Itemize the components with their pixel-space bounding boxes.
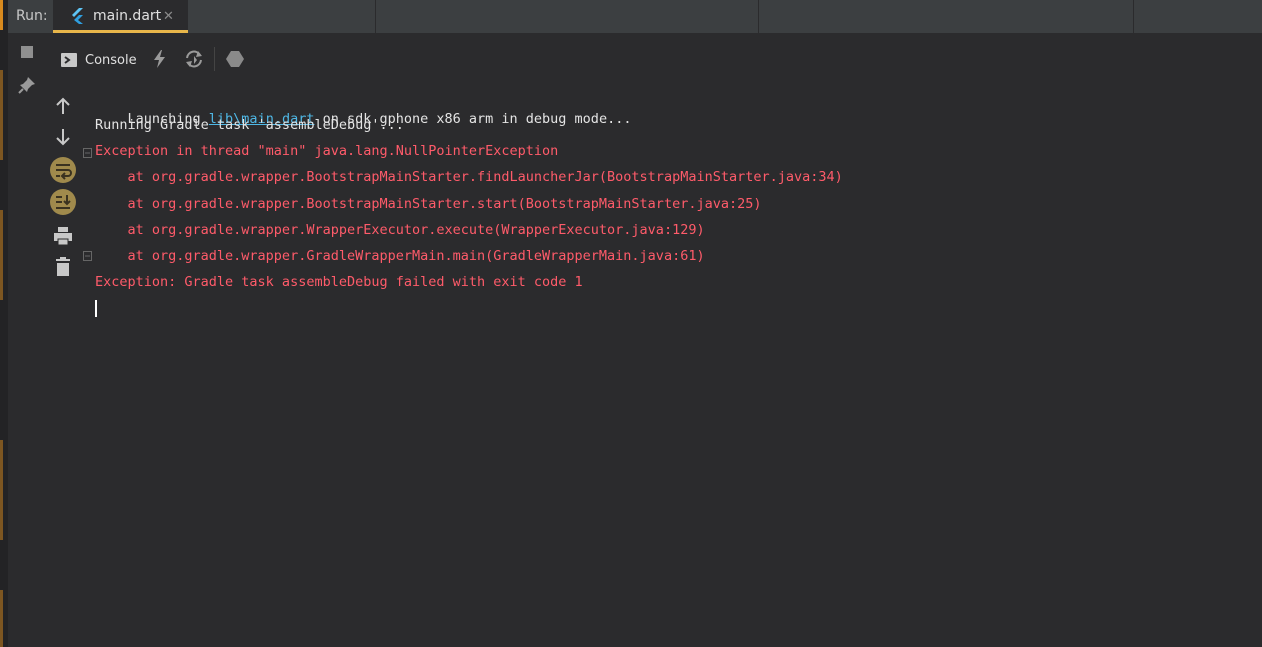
tab-divider: [1133, 0, 1134, 33]
edge-marker: [0, 590, 3, 647]
error-line: Exception in thread "main" java.lang.Nul…: [95, 143, 559, 159]
hot-restart-icon[interactable]: [184, 49, 204, 69]
console-line: Launching lib\main.dart on sdk gphone x8…: [95, 89, 632, 127]
console-label: Console: [85, 53, 137, 68]
edge-marker: [0, 70, 3, 160]
close-tab-icon[interactable]: ✕: [163, 0, 174, 33]
edge-marker: [0, 210, 3, 300]
scroll-to-end-icon[interactable]: [49, 188, 77, 216]
stacktrace-line: at org.gradle.wrapper.BootstrapMainStart…: [95, 169, 843, 185]
console-toolbar: Console: [45, 33, 1262, 86]
console-line: Running Gradle task 'assembleDebug'...: [95, 117, 404, 133]
soft-wrap-icon[interactable]: [49, 156, 77, 184]
error-line: Exception: Gradle task assembleDebug fai…: [95, 274, 583, 290]
toolbar-separator: [214, 47, 215, 71]
run-label: Run:: [8, 0, 53, 33]
stacktrace-line: at org.gradle.wrapper.GradleWrapperMain.…: [95, 248, 705, 264]
print-icon[interactable]: [49, 222, 77, 250]
edge-marker: [0, 0, 3, 30]
stacktrace-line: at org.gradle.wrapper.WrapperExecutor.ex…: [95, 222, 705, 238]
stop-icon[interactable]: [21, 46, 33, 58]
arrow-up-icon[interactable]: [49, 92, 77, 120]
console-gutter: [45, 86, 81, 647]
hot-reload-icon[interactable]: [150, 49, 170, 69]
text-cursor: [95, 300, 97, 317]
edge-marker: [0, 440, 3, 540]
run-tabbar: Run: main.dart ✕: [8, 0, 1262, 33]
pin-icon[interactable]: [18, 76, 36, 94]
console-icon: [61, 53, 77, 67]
left-edge-strip: [0, 0, 8, 647]
devtools-icon[interactable]: [225, 49, 245, 69]
flutter-icon: [72, 8, 83, 24]
fold-end-icon[interactable]: [83, 251, 92, 261]
tab-divider: [758, 0, 759, 33]
trash-icon[interactable]: [49, 253, 77, 281]
console-output[interactable]: Launching lib\main.dart on sdk gphone x8…: [81, 86, 1262, 647]
arrow-down-icon[interactable]: [49, 123, 77, 151]
tab-title: main.dart: [93, 8, 162, 24]
tab-divider: [375, 0, 376, 33]
stacktrace-line: at org.gradle.wrapper.BootstrapMainStart…: [95, 196, 762, 212]
fold-start-icon[interactable]: [83, 148, 92, 158]
run-side-toolbar: [8, 33, 45, 647]
tab-main-dart[interactable]: main.dart ✕: [53, 0, 188, 33]
